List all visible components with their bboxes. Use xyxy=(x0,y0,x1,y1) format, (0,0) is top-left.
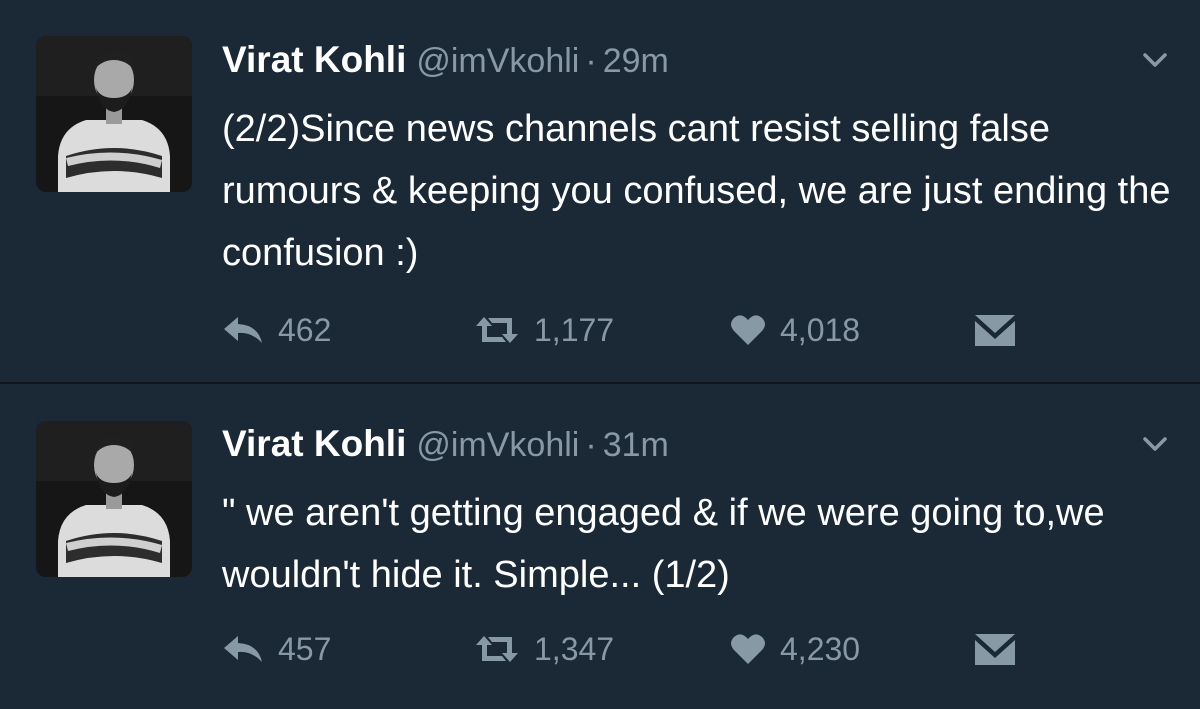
reply-count: 457 xyxy=(278,630,332,667)
chevron-down-icon[interactable] xyxy=(1142,434,1168,454)
envelope-icon xyxy=(974,632,1016,666)
reply-button[interactable]: 457 xyxy=(222,629,331,669)
avatar[interactable] xyxy=(36,36,192,192)
direct-message-button[interactable] xyxy=(974,310,1016,350)
like-count: 4,018 xyxy=(780,311,861,348)
like-button[interactable]: 4,230 xyxy=(730,629,860,669)
tweet[interactable]: Virat Kohli @imVkohli · 31m " we aren't get… xyxy=(0,384,1200,709)
retweet-count: 1,177 xyxy=(534,311,615,348)
display-name[interactable]: Virat Kohli xyxy=(222,39,406,80)
chevron-down-icon[interactable] xyxy=(1142,50,1168,70)
tweet-header: Virat Kohli @imVkohli · 31m xyxy=(222,414,669,474)
timestamp[interactable]: 31m xyxy=(603,426,669,464)
username[interactable]: @imVkohli xyxy=(416,426,579,464)
profile-photo xyxy=(36,36,192,192)
separator: · xyxy=(585,42,597,80)
reply-arrow-icon xyxy=(222,634,264,664)
tweet-text: " we aren't getting engaged & if we were… xyxy=(222,492,1105,596)
tweet-header: Virat Kohli @imVkohli · 29m xyxy=(222,30,669,90)
reply-button[interactable]: 462 xyxy=(222,310,331,350)
retweet-icon xyxy=(474,634,520,664)
tweet[interactable]: Virat Kohli @imVkohli · 29m (2/2)Since news… xyxy=(0,0,1200,382)
reply-arrow-icon xyxy=(222,315,264,345)
heart-icon xyxy=(730,314,766,346)
username[interactable]: @imVkohli xyxy=(416,42,579,80)
reply-count: 462 xyxy=(278,311,332,348)
timeline: Virat Kohli @imVkohli · 29m (2/2)Since news… xyxy=(0,0,1200,709)
heart-icon xyxy=(730,633,766,665)
direct-message-button[interactable] xyxy=(974,629,1016,669)
separator: · xyxy=(585,426,597,464)
avatar[interactable] xyxy=(36,421,192,577)
retweet-button[interactable]: 1,177 xyxy=(474,310,614,350)
tweet-actions: 462 1,177 4,018 xyxy=(222,310,1042,350)
retweet-icon xyxy=(474,315,520,345)
tweet-actions: 457 1,347 4,230 xyxy=(222,629,1042,669)
retweet-count: 1,347 xyxy=(534,630,615,667)
like-button[interactable]: 4,018 xyxy=(730,310,860,350)
retweet-button[interactable]: 1,347 xyxy=(474,629,614,669)
display-name[interactable]: Virat Kohli xyxy=(222,423,406,464)
tweet-text: (2/2)Since news channels cant resist sel… xyxy=(222,108,1171,274)
like-count: 4,230 xyxy=(780,630,861,667)
timestamp[interactable]: 29m xyxy=(603,42,669,80)
envelope-icon xyxy=(974,313,1016,347)
profile-photo xyxy=(36,421,192,577)
